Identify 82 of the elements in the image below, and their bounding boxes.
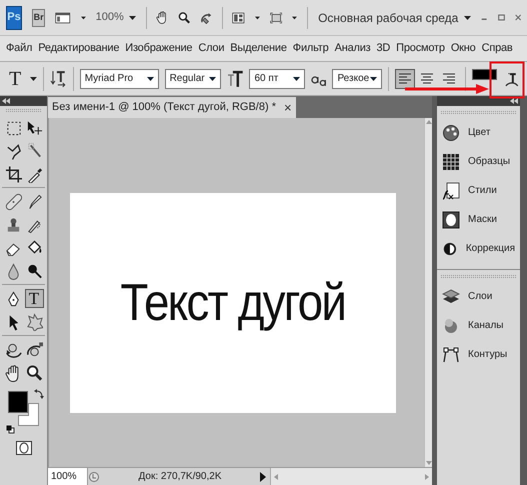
- default-colors-icon[interactable]: [6, 425, 15, 434]
- align-left-button[interactable]: [394, 68, 415, 88]
- status-menu-icon[interactable]: [260, 472, 266, 482]
- crop-tool-icon: [5, 164, 22, 182]
- menu-item[interactable]: Просмотр: [396, 40, 445, 57]
- close-icon[interactable]: [514, 13, 521, 22]
- color-panel-icon: [442, 124, 460, 142]
- caret-icon[interactable]: [254, 16, 260, 20]
- swatches-panel-icon: [442, 152, 460, 170]
- menu-item[interactable]: Редактирование: [38, 40, 120, 57]
- tool-type-button[interactable]: T: [24, 289, 44, 308]
- menu-item[interactable]: Фильтр: [292, 40, 329, 57]
- menu-item[interactable]: Анализ: [334, 40, 370, 57]
- caret-icon[interactable]: [292, 16, 298, 20]
- document-tab[interactable]: Без имени-1 @ 100% (Текст дугой, RGB/8) * ×: [48, 97, 296, 118]
- font-family-dropdown[interactable]: Myriad Pro: [80, 68, 159, 88]
- type-tool-preset[interactable]: T: [6, 64, 24, 94]
- status-toggle-icon[interactable]: [88, 470, 100, 482]
- orbit3d-tool-icon: [26, 340, 42, 358]
- panel-adjust-button[interactable]: Коррекция: [437, 234, 520, 263]
- text-orientation-icon[interactable]: [50, 69, 67, 88]
- caret-icon: [370, 76, 377, 80]
- tool-zoom-button[interactable]: [24, 363, 44, 382]
- caret-icon: [146, 76, 154, 80]
- caret-icon: [208, 76, 216, 80]
- menu-item[interactable]: Слои: [198, 40, 224, 57]
- shape-tool-icon: [26, 312, 42, 330]
- caret-icon[interactable]: [128, 16, 136, 20]
- wand-tool-icon: [26, 142, 42, 160]
- layers-panel-icon: [442, 288, 460, 306]
- background-color-swatch[interactable]: [18, 403, 39, 426]
- tool-crop-button[interactable]: [4, 164, 23, 183]
- swap-colors-icon[interactable]: [34, 389, 44, 399]
- menu-item[interactable]: 3D: [376, 40, 390, 57]
- ps-logo[interactable]: Ps: [6, 6, 22, 30]
- maximize-icon[interactable]: [498, 13, 505, 22]
- panel-swatches-button[interactable]: Образцы: [437, 147, 520, 176]
- panel-layers-button[interactable]: Слои: [437, 282, 520, 311]
- workspace-switcher[interactable]: Основная рабочая среда: [318, 8, 458, 26]
- font-style-dropdown[interactable]: Regular: [164, 68, 221, 88]
- arrange-icon[interactable]: [232, 10, 245, 26]
- panel-masks-button[interactable]: Маски: [437, 205, 520, 234]
- antialias-dropdown[interactable]: Резкое: [332, 68, 382, 88]
- menu-item[interactable]: Справ: [482, 40, 513, 57]
- move-tool-icon: [26, 118, 42, 136]
- stamp-tool-icon: [5, 216, 22, 234]
- zoom-tool-icon: [26, 364, 42, 382]
- tool-orbit3d-button[interactable]: [24, 340, 44, 359]
- screen-frame-icon[interactable]: [270, 10, 282, 26]
- collapse-icon[interactable]: [510, 98, 518, 104]
- panel-styles-button[interactable]: Стили: [437, 176, 520, 205]
- caret-icon: [292, 76, 300, 80]
- lasso-tool-icon: [5, 142, 22, 160]
- panel-paths-button[interactable]: Контуры: [437, 340, 520, 369]
- caret-icon[interactable]: [80, 16, 86, 20]
- menu-item[interactable]: Выделение: [230, 40, 287, 57]
- menu-item[interactable]: Файл: [6, 40, 32, 57]
- highlight-frame: [490, 62, 524, 98]
- masks-panel-icon: [442, 210, 460, 228]
- bucket-tool-icon: [26, 238, 42, 256]
- styles-panel-icon: [442, 182, 460, 200]
- close-tab-button[interactable]: ×: [284, 98, 292, 118]
- tool-shape-button[interactable]: [24, 312, 44, 331]
- text-color-swatch[interactable]: [472, 68, 498, 80]
- panel-color-button[interactable]: Цвет: [437, 118, 520, 147]
- caret-icon[interactable]: [30, 76, 38, 80]
- document-size: Док: 270,7K/90,2K: [138, 470, 222, 484]
- caret-icon[interactable]: [464, 16, 472, 20]
- zoom-level[interactable]: 100%: [96, 9, 124, 26]
- menu-item[interactable]: Окно: [450, 40, 476, 57]
- panel-channels-button[interactable]: Каналы: [437, 311, 520, 340]
- foreground-color-swatch[interactable]: [8, 391, 28, 413]
- quick-mask-icon[interactable]: [16, 441, 32, 455]
- zoom-field[interactable]: 100%: [48, 468, 88, 485]
- channels-panel-icon: [442, 316, 460, 334]
- canvas-text: Текст дугой: [120, 272, 345, 334]
- paths-panel-icon: [442, 346, 460, 364]
- font-size-dropdown[interactable]: 60 пт: [249, 68, 305, 88]
- font-size-icon: [226, 70, 244, 88]
- menu-item[interactable]: Изображение: [125, 40, 192, 57]
- collapse-icon[interactable]: [2, 98, 10, 104]
- bridge-button[interactable]: Br: [32, 8, 46, 26]
